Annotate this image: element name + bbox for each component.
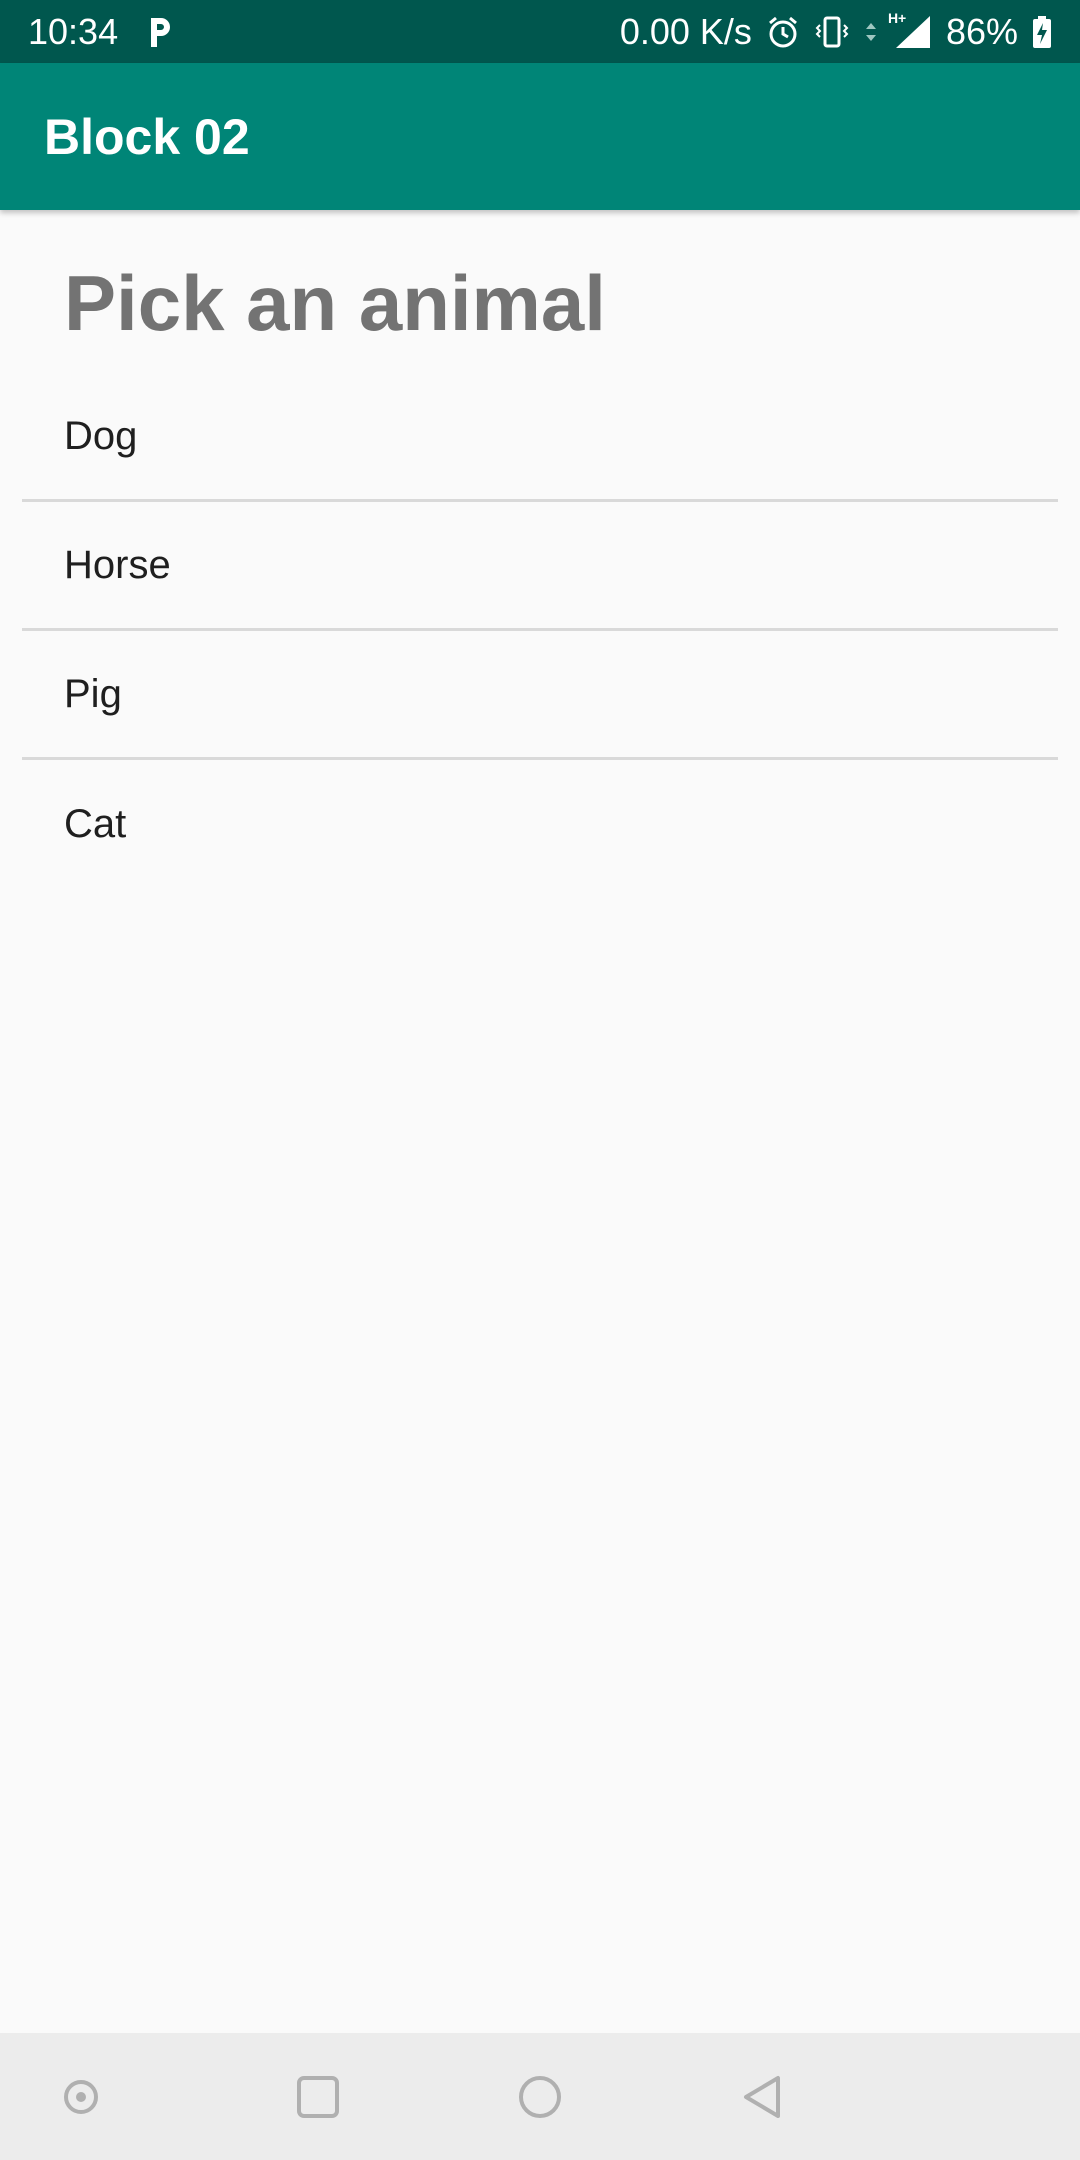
list-item-label: Dog <box>64 413 138 458</box>
list-item-horse[interactable]: Horse <box>22 502 1058 631</box>
home-button[interactable] <box>502 2059 578 2135</box>
list-item-label: Pig <box>64 671 122 716</box>
app-title: Block 02 <box>44 108 250 165</box>
animal-list: Dog Horse Pig Cat <box>22 373 1058 889</box>
alarm-icon <box>766 15 800 49</box>
assistant-button[interactable] <box>43 2059 119 2135</box>
navigation-bar <box>0 2033 1080 2160</box>
screen: 10:34 0.00 K/s H+ 86% Block 02 Pick an a… <box>0 0 1080 2160</box>
status-left: 10:34 <box>28 11 174 53</box>
home-icon <box>517 2074 563 2120</box>
assistant-icon <box>61 2077 101 2117</box>
battery-level: 86% <box>945 10 1018 52</box>
status-right: 0.00 K/s H+ 86% <box>619 10 1052 53</box>
list-item-pig[interactable]: Pig <box>22 631 1058 760</box>
recents-button[interactable] <box>280 2059 356 2135</box>
status-bar: 10:34 0.00 K/s H+ 86% <box>0 0 1080 63</box>
list-item-dog[interactable]: Dog <box>22 373 1058 502</box>
battery-charging-icon <box>1032 15 1052 49</box>
list-item-label: Cat <box>64 802 127 846</box>
content: Pick an animal Dog Horse Pig Cat <box>0 210 1080 2033</box>
list-item-cat[interactable]: Cat <box>22 760 1058 889</box>
network-type: H+ <box>887 9 907 26</box>
back-icon <box>740 2074 786 2120</box>
parking-icon <box>146 15 174 49</box>
signal-icon: H+ <box>888 10 932 50</box>
list-item-label: Horse <box>64 542 171 587</box>
status-time: 10:34 <box>28 10 119 52</box>
vibrate-icon <box>814 15 850 49</box>
network-speed: 0.00 K/s <box>619 10 752 52</box>
back-button[interactable] <box>725 2059 801 2135</box>
page-heading: Pick an animal <box>64 259 606 347</box>
data-arrows-icon <box>864 17 878 47</box>
app-bar: Block 02 <box>0 63 1080 210</box>
recents-icon <box>296 2075 340 2119</box>
